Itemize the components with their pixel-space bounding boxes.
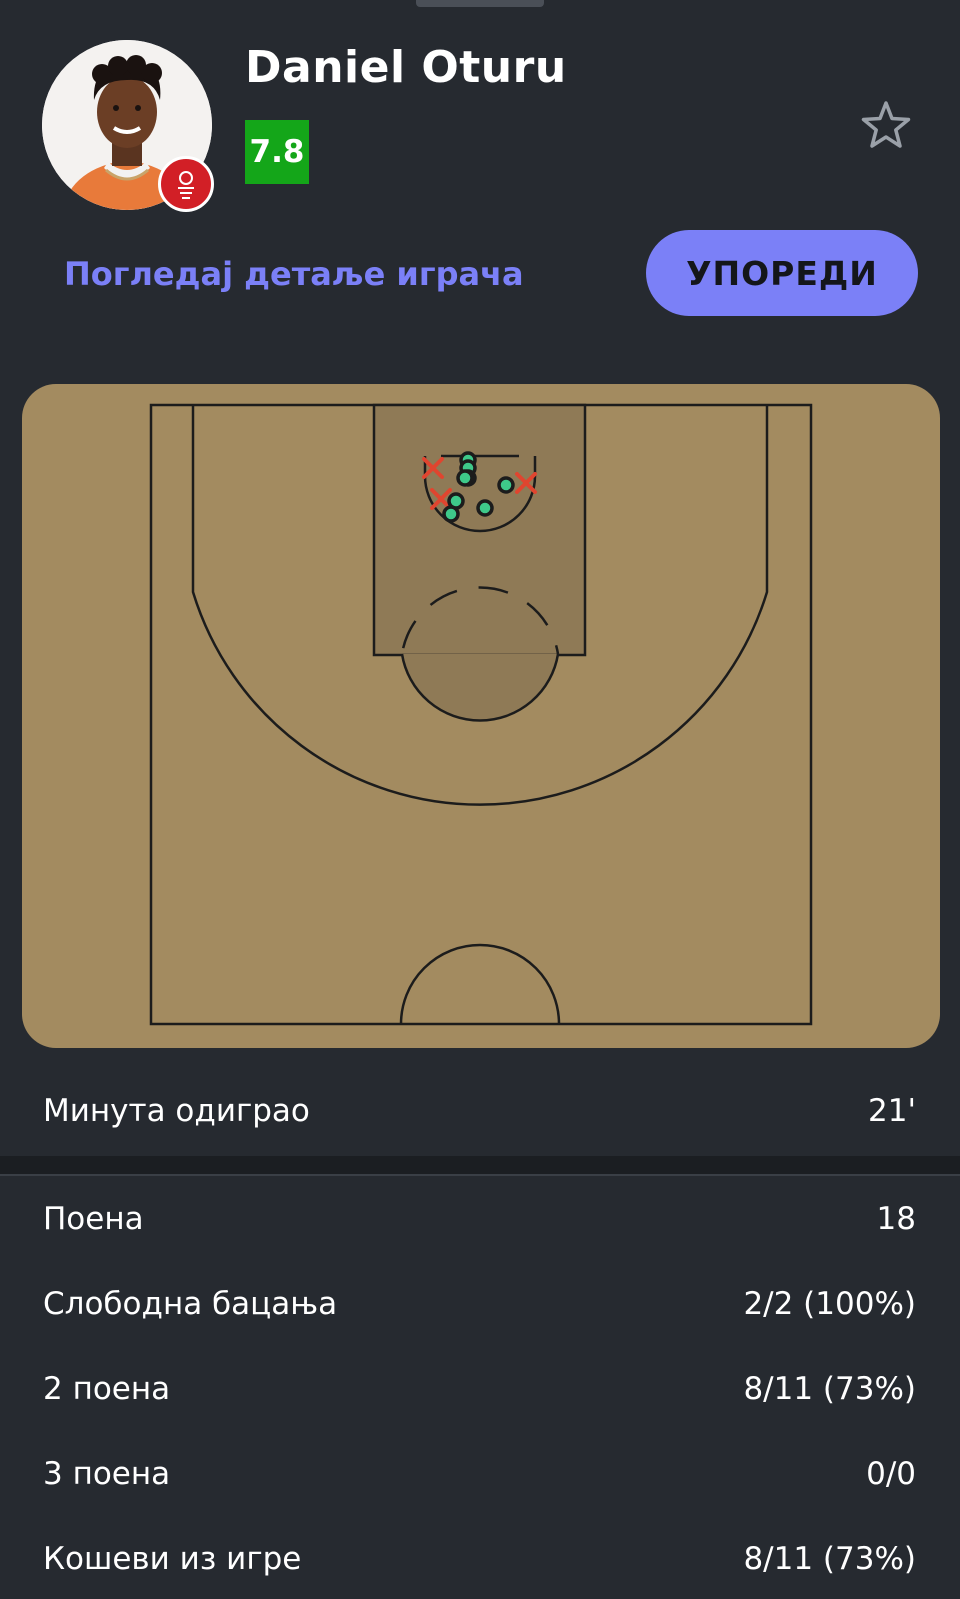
stat-value: 21' (868, 1093, 916, 1129)
minutes-played-row: Минута одиграо 21' (0, 1076, 960, 1146)
view-player-details-link[interactable]: Погледај детаље играча (64, 252, 524, 296)
stat-label: Кошеви из игре (43, 1541, 302, 1577)
sheet-drag-handle[interactable] (416, 0, 544, 7)
stat-value: 18 (876, 1201, 916, 1237)
stat-value: 8/11 (73%) (743, 1541, 916, 1577)
stat-label: Слободна бацања (43, 1286, 338, 1322)
center-circle (399, 943, 561, 1025)
player-stats-sheet: Daniel Oturu 7.8 Погледај детаље играча … (0, 0, 960, 1599)
stat-row-points: Поена 18 (0, 1184, 960, 1254)
free-throw-circle-lower (400, 653, 560, 722)
team-logo-badge-icon (158, 156, 214, 212)
stat-row-free-throws: Слободна бацања 2/2 (100%) (0, 1269, 960, 1339)
made-shot-marker (497, 476, 515, 494)
shot-chart-court (22, 384, 940, 1048)
stat-label: 3 поена (43, 1456, 171, 1492)
stat-value: 0/0 (866, 1456, 916, 1492)
section-divider (0, 1156, 960, 1176)
made-shot-marker (442, 505, 460, 523)
stat-label: 2 поена (43, 1371, 171, 1407)
stat-label: Поена (43, 1201, 144, 1237)
stat-value: 8/11 (73%) (743, 1371, 916, 1407)
star-outline-icon (861, 101, 911, 148)
stat-label: Минута одиграо (43, 1093, 310, 1129)
stat-row-field-goals: Кошеви из игре 8/11 (73%) (0, 1524, 960, 1594)
made-shot-marker (476, 499, 494, 517)
stat-value: 2/2 (100%) (743, 1286, 916, 1322)
favorite-star-button[interactable] (856, 95, 916, 155)
basketball-half-court (149, 403, 813, 1026)
stat-row-two-pointers: 2 поена 8/11 (73%) (0, 1354, 960, 1424)
made-shot-marker (456, 469, 474, 487)
compare-button[interactable]: УПОРЕДИ (646, 230, 918, 316)
player-rating-badge: 7.8 (245, 120, 309, 184)
stat-row-three-pointers: 3 поена 0/0 (0, 1439, 960, 1509)
player-name: Daniel Oturu (245, 42, 567, 93)
